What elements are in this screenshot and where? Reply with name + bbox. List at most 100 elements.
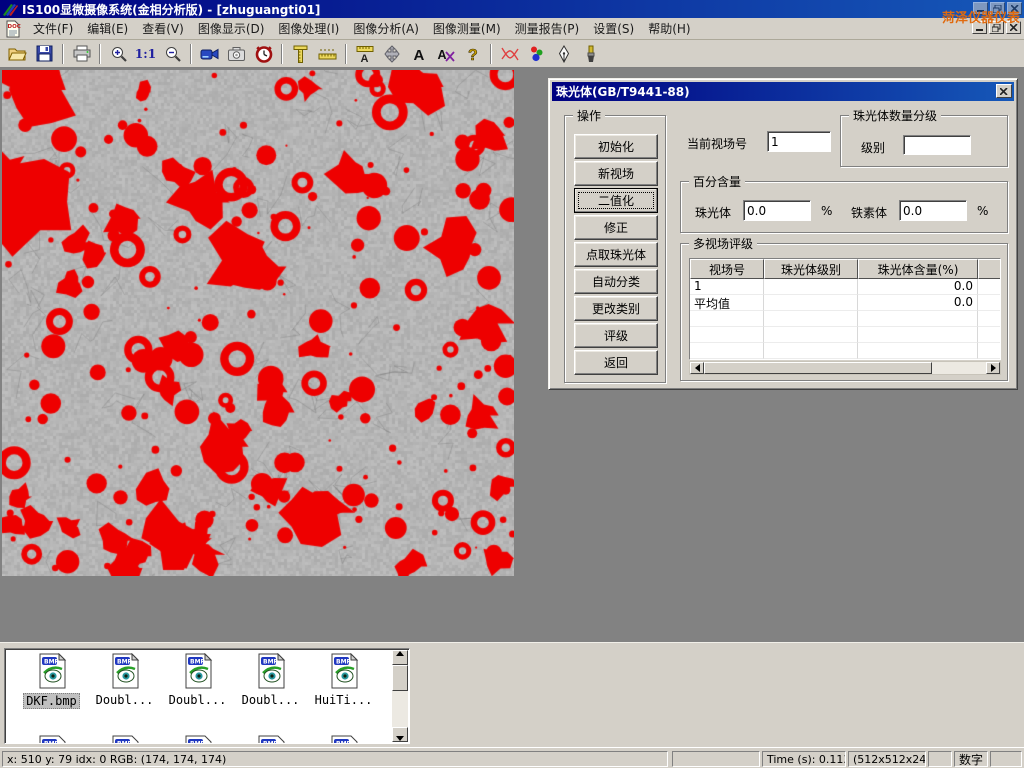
- pearlite-label: 珠光体: [695, 204, 731, 221]
- zoom-in-button[interactable]: [105, 42, 132, 66]
- text-a-icon: A: [411, 45, 427, 63]
- menu-measure-report[interactable]: 测量报告(P): [508, 18, 587, 39]
- horizontal-measure-button[interactable]: [314, 42, 341, 66]
- svg-text:BMP: BMP: [263, 741, 279, 745]
- file-item[interactable]: BMP: [88, 735, 161, 744]
- grade-button[interactable]: 评级: [574, 323, 658, 348]
- delete-text-button[interactable]: A: [432, 42, 459, 66]
- table-header-row: 视场号 珠光体级别 珠光体含量(%) 铁素体: [690, 259, 1001, 279]
- timer-button[interactable]: [250, 42, 277, 66]
- return-button[interactable]: 返回: [574, 350, 658, 375]
- table-horizontal-scrollbar[interactable]: [689, 361, 1001, 375]
- bmp-file-icon: BMP: [255, 735, 287, 744]
- delete-text-icon: A: [437, 45, 455, 63]
- points-tool-button[interactable]: [523, 42, 550, 66]
- cell-ferrite: [978, 279, 1001, 295]
- binarize-button[interactable]: 二值化: [574, 188, 658, 213]
- file-item[interactable]: BMP Doubl...: [88, 653, 161, 707]
- change-class-button[interactable]: 更改类别: [574, 296, 658, 321]
- scroll-down-icon[interactable]: [392, 727, 408, 742]
- open-button[interactable]: [4, 42, 31, 66]
- file-item[interactable]: BMP Doubl...: [161, 653, 234, 707]
- cell-field: 平均值: [690, 295, 764, 311]
- cell-pearlite: 0.0: [858, 279, 978, 295]
- cell-field: 1: [690, 279, 764, 295]
- scrollbar-thumb[interactable]: [392, 665, 408, 691]
- scroll-up-icon[interactable]: [392, 650, 408, 665]
- menu-image-display[interactable]: 图像显示(D): [191, 18, 272, 39]
- dialog-title-bar[interactable]: 珠光体(GB/T9441-88): [552, 82, 1014, 101]
- bmp-file-icon: BMP: [36, 653, 68, 689]
- brush-tool-button[interactable]: [577, 42, 604, 66]
- file-item[interactable]: BMP: [161, 735, 234, 744]
- timer-clock-icon: [255, 45, 273, 63]
- svg-text:DOC: DOC: [8, 24, 21, 30]
- file-list[interactable]: BMP DKF.bmp BMP Doubl...: [4, 648, 410, 744]
- actual-size-button[interactable]: 1:1: [132, 42, 159, 66]
- file-item[interactable]: BMP HuiTi...: [307, 653, 380, 707]
- file-item[interactable]: BMP: [15, 735, 88, 744]
- zoom-in-icon: [110, 45, 128, 63]
- new-field-button[interactable]: 新视场: [574, 161, 658, 186]
- status-empty: [672, 751, 760, 767]
- zoom-out-button[interactable]: [159, 42, 186, 66]
- col-ferrite[interactable]: 铁素体: [978, 259, 1001, 279]
- pen-tool-button[interactable]: [550, 42, 577, 66]
- col-pearlite-pct[interactable]: 珠光体含量(%): [858, 259, 978, 279]
- video-capture-button[interactable]: [196, 42, 223, 66]
- bmp-file-icon: BMP: [182, 735, 214, 744]
- menu-edit[interactable]: 编辑(E): [80, 18, 135, 39]
- file-item[interactable]: BMP Doubl...: [234, 653, 307, 707]
- text-tool-button[interactable]: A: [405, 42, 432, 66]
- status-time: Time (s): 0.113: [762, 751, 846, 767]
- move-tool-button[interactable]: [378, 42, 405, 66]
- curve-tool-button[interactable]: [496, 42, 523, 66]
- auto-classify-button[interactable]: 自动分类: [574, 269, 658, 294]
- svg-text:BMP: BMP: [117, 741, 133, 745]
- document-icon[interactable]: DOC: [4, 20, 22, 38]
- multi-field-group: 多视场评级 视场号 珠光体级别 珠光体含量(%) 铁素体 1 0.0: [680, 243, 1008, 381]
- help-button[interactable]: ?: [459, 42, 486, 66]
- metallographic-binarized-image[interactable]: [2, 70, 514, 576]
- col-pearlite-grade[interactable]: 珠光体级别: [764, 259, 858, 279]
- menu-image-analysis[interactable]: 图像分析(A): [346, 18, 426, 39]
- grading-group: 珠光体数量分级 级别: [840, 115, 1008, 167]
- calibration-button[interactable]: A: [351, 42, 378, 66]
- grade-input[interactable]: [903, 135, 971, 155]
- menu-help[interactable]: 帮助(H): [641, 18, 697, 39]
- file-item[interactable]: BMP: [307, 735, 380, 744]
- file-item[interactable]: BMP DKF.bmp: [15, 653, 88, 709]
- bmp-file-icon: BMP: [255, 653, 287, 689]
- scrollbar-thumb[interactable]: [704, 362, 932, 374]
- current-field-input[interactable]: [767, 131, 831, 152]
- snapshot-button[interactable]: [223, 42, 250, 66]
- grading-table[interactable]: 视场号 珠光体级别 珠光体含量(%) 铁素体 1 0.0 平均值: [689, 258, 1001, 360]
- status-position: x: 510 y: 79 idx: 0 RGB: (174, 174, 174): [2, 751, 668, 767]
- menu-view[interactable]: 查看(V): [135, 18, 191, 39]
- file-list-scrollbar[interactable]: [392, 650, 408, 742]
- one-to-one-label: 1:1: [135, 47, 156, 61]
- status-mode: 数字: [954, 751, 988, 767]
- dialog-close-icon[interactable]: [996, 84, 1012, 98]
- save-button[interactable]: [31, 42, 58, 66]
- pearlite-percent-input[interactable]: [743, 200, 811, 221]
- vertical-measure-button[interactable]: [287, 42, 314, 66]
- ferrite-percent-input[interactable]: [899, 200, 967, 221]
- scroll-right-icon[interactable]: [986, 362, 1000, 374]
- menu-image-measure[interactable]: 图像测量(M): [426, 18, 508, 39]
- video-camera-icon: [200, 46, 219, 62]
- svg-text:BMP: BMP: [190, 659, 206, 666]
- menu-image-processing[interactable]: 图像处理(I): [271, 18, 346, 39]
- menu-file[interactable]: 文件(F): [26, 18, 80, 39]
- print-button[interactable]: [68, 42, 95, 66]
- scroll-left-icon[interactable]: [690, 362, 704, 374]
- table-row[interactable]: 平均值 0.0: [690, 295, 1001, 311]
- file-item[interactable]: BMP: [234, 735, 307, 744]
- menu-settings[interactable]: 设置(S): [586, 18, 641, 39]
- status-empty: [990, 751, 1022, 767]
- table-row[interactable]: 1 0.0: [690, 279, 1001, 295]
- initialize-button[interactable]: 初始化: [574, 134, 658, 159]
- col-field-number[interactable]: 视场号: [690, 259, 764, 279]
- pick-pearlite-button[interactable]: 点取珠光体: [574, 242, 658, 267]
- correct-button[interactable]: 修正: [574, 215, 658, 240]
